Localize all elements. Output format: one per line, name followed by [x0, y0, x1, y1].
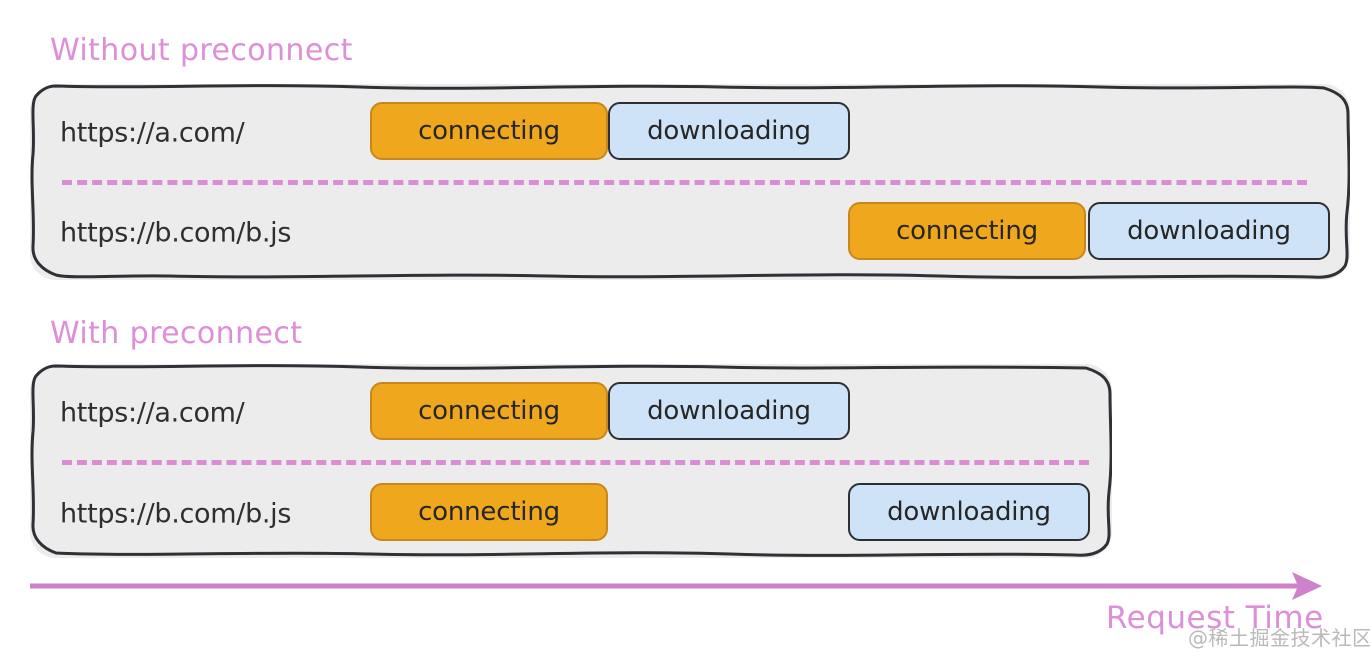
- diagram-canvas: Without preconnect https://a.com/ connec…: [0, 0, 1370, 662]
- watermark: @稀土掘金技术社区: [1188, 626, 1370, 650]
- phase-chip-downloading[interactable]: downloading: [608, 102, 850, 160]
- request-url: https://b.com/b.js: [60, 217, 292, 249]
- phase-chip-downloading[interactable]: downloading: [848, 483, 1090, 541]
- phase-chip-connecting[interactable]: connecting: [370, 102, 608, 160]
- row-divider: [62, 460, 1089, 465]
- request-url: https://a.com/: [60, 397, 245, 429]
- request-url: https://b.com/b.js: [60, 498, 292, 530]
- phase-chip-connecting[interactable]: connecting: [370, 382, 608, 440]
- row-divider: [62, 180, 1307, 185]
- phase-chip-connecting[interactable]: connecting: [848, 202, 1086, 260]
- section-title-without-preconnect: Without preconnect: [50, 33, 353, 68]
- section-title-with-preconnect: With preconnect: [50, 316, 303, 351]
- phase-chip-downloading[interactable]: downloading: [608, 382, 850, 440]
- phase-chip-downloading[interactable]: downloading: [1088, 202, 1330, 260]
- phase-chip-connecting[interactable]: connecting: [370, 483, 608, 541]
- request-url: https://a.com/: [60, 117, 245, 149]
